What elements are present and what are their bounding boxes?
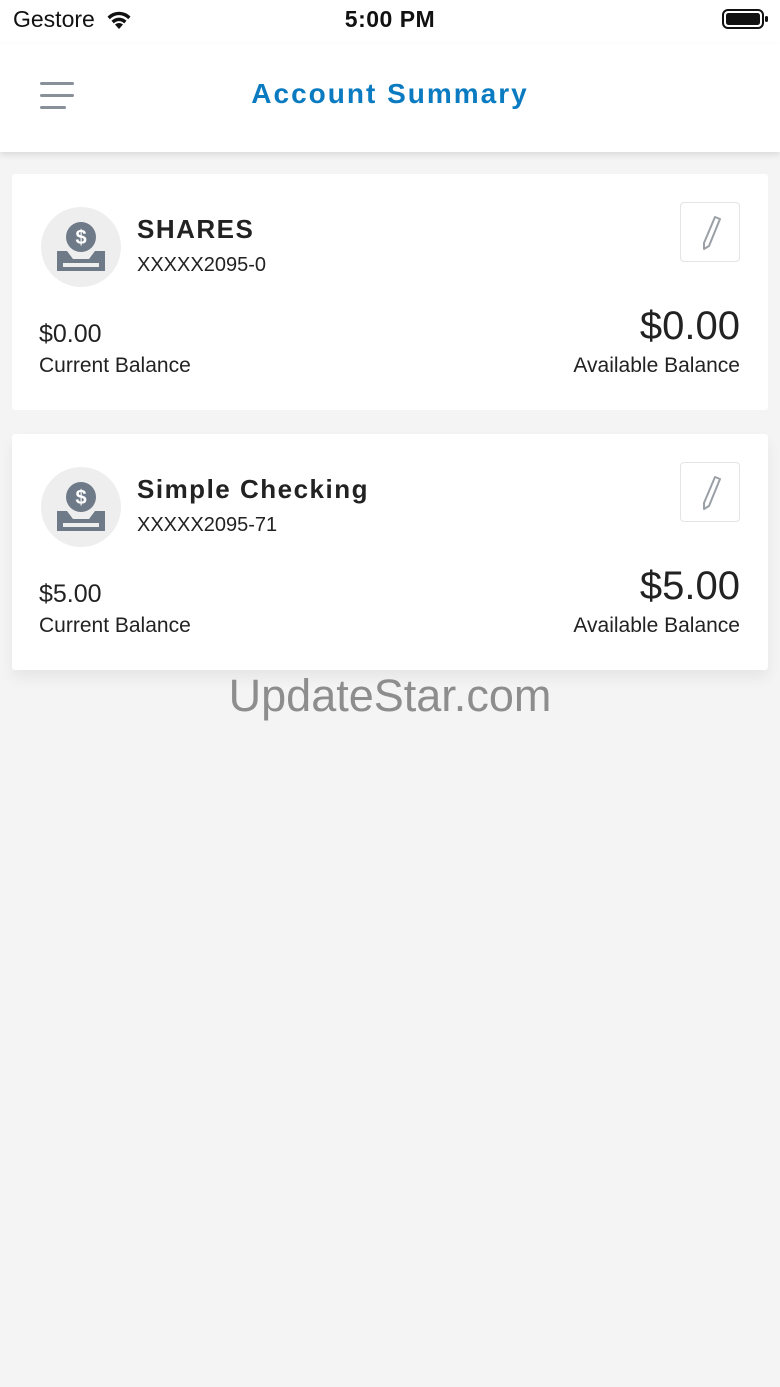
pencil-icon xyxy=(703,476,721,510)
current-balance-label: Current Balance xyxy=(39,614,191,637)
clock: 5:00 PM xyxy=(344,6,436,32)
page-title: Account Summary xyxy=(251,78,529,109)
watermark: UpdateStar.com xyxy=(228,670,552,721)
account-name: SHARES xyxy=(137,214,255,244)
money-bag-icon: $ xyxy=(57,222,105,271)
account-name: Simple Checking xyxy=(137,474,369,504)
account-avatar: $ xyxy=(41,207,121,287)
edit-account-button[interactable] xyxy=(680,462,740,522)
current-balance-label: Current Balance xyxy=(39,354,191,377)
account-card[interactable]: $ Simple Checking XXXXX2095-71 $5.00 Cur… xyxy=(12,434,768,670)
available-balance-amount: $0.00 xyxy=(639,304,740,348)
nav-bar: Account Summary xyxy=(0,44,780,152)
status-bar: Gestore 5:00 PM xyxy=(0,0,780,44)
available-balance-label: Available Balance xyxy=(573,354,740,377)
svg-text:$: $ xyxy=(75,487,86,509)
edit-account-button[interactable] xyxy=(680,202,740,262)
account-card[interactable]: $ SHARES XXXXX2095-0 $0.00 Current Balan… xyxy=(12,174,768,410)
account-number: XXXXX2095-0 xyxy=(137,254,266,276)
account-avatar: $ xyxy=(41,467,121,547)
account-number: XXXXX2095-71 xyxy=(137,514,278,536)
available-balance-amount: $5.00 xyxy=(639,564,740,608)
available-balance-label: Available Balance xyxy=(573,614,740,637)
svg-text:$: $ xyxy=(75,227,86,249)
pencil-icon xyxy=(703,216,721,250)
battery-icon xyxy=(722,9,768,29)
current-balance-amount: $5.00 xyxy=(39,580,102,608)
money-bag-icon: $ xyxy=(57,482,105,531)
current-balance-amount: $0.00 xyxy=(39,320,102,348)
